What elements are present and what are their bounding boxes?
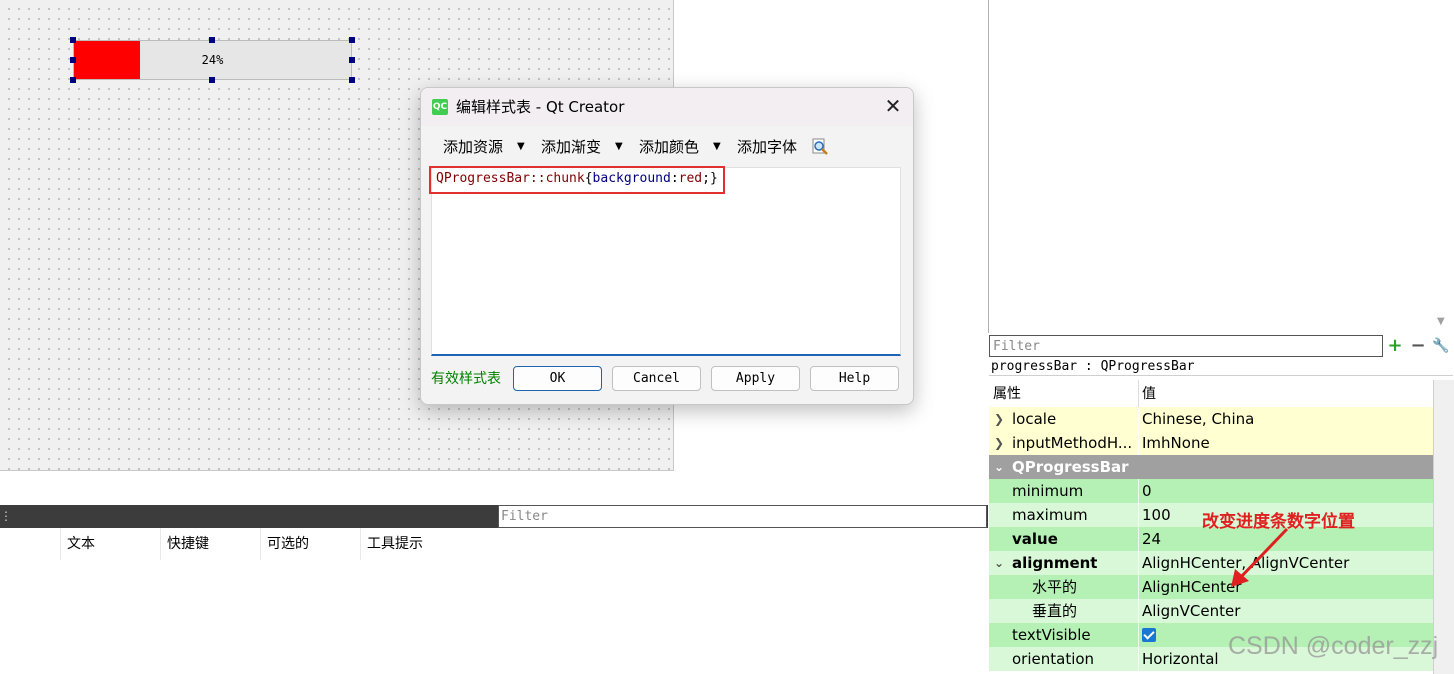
property-value[interactable] <box>1142 623 1156 642</box>
property-name: 水平的 <box>1032 578 1078 596</box>
property-group-name: QProgressBar <box>1012 458 1129 476</box>
code-highlight-box <box>429 166 725 194</box>
property-name: alignment <box>1012 554 1098 572</box>
property-editor-object-name: progressBar : QProgressBar <box>989 358 1453 376</box>
close-icon[interactable]: ✕ <box>881 94 905 118</box>
property-name: orientation <box>1012 650 1095 668</box>
property-value[interactable]: Chinese, China <box>1142 407 1254 431</box>
find-icon[interactable] <box>811 138 829 156</box>
property-group-qprogressbar[interactable]: ⌄ QProgressBar <box>989 455 1433 479</box>
remove-property-icon[interactable]: − <box>1408 336 1428 356</box>
valid-stylesheet-label: 有效样式表 <box>431 371 501 387</box>
property-row-locale[interactable]: ❯ locale Chinese, China <box>989 407 1433 431</box>
ok-button[interactable]: OK <box>513 366 602 391</box>
property-name: value <box>1012 530 1058 548</box>
add-color-button[interactable]: 添加颜色 <box>639 135 699 159</box>
selection-handle[interactable] <box>70 57 76 63</box>
property-name: minimum <box>1012 482 1084 500</box>
selection-handle[interactable] <box>349 57 355 63</box>
property-name: inputMethodH... <box>1012 434 1133 452</box>
property-value[interactable]: Horizontal <box>1142 647 1219 671</box>
apply-button[interactable]: Apply <box>711 366 800 391</box>
chevron-down-icon[interactable]: ⌄ <box>994 551 1004 575</box>
text-visible-checkbox[interactable] <box>1142 628 1156 642</box>
dialog-titlebar[interactable]: QC 编辑样式表 - Qt Creator ✕ <box>421 88 913 126</box>
property-row-vertical[interactable]: 垂直的 AlignVCenter <box>989 599 1433 623</box>
property-value[interactable]: AlignVCenter <box>1142 599 1240 623</box>
property-row-input-method-hints[interactable]: ❯ inputMethodH... ImhNone <box>989 431 1433 455</box>
add-gradient-button[interactable]: 添加渐变 <box>541 135 601 159</box>
selection-handle[interactable] <box>209 37 215 43</box>
wrench-icon[interactable]: 🔧 <box>1431 336 1451 356</box>
property-row-alignment[interactable]: ⌄ alignment AlignHCenter, AlignVCenter <box>989 551 1433 575</box>
chevron-down-icon[interactable]: ▼ <box>517 135 525 159</box>
chevron-right-icon[interactable]: ❯ <box>994 407 1004 431</box>
chevron-right-icon[interactable]: ❯ <box>994 431 1004 455</box>
chevron-down-icon[interactable]: ▼ <box>615 135 623 159</box>
selection-handle[interactable] <box>70 77 76 83</box>
column-header-text[interactable]: 文本 <box>60 528 161 560</box>
property-filter-input[interactable]: Filter <box>989 335 1383 357</box>
action-filter-input[interactable]: Filter <box>498 505 987 528</box>
help-button[interactable]: Help <box>810 366 899 391</box>
property-value[interactable]: 100 <box>1142 503 1171 527</box>
edit-stylesheet-dialog: QC 编辑样式表 - Qt Creator ✕ 添加资源 ▼ 添加渐变 ▼ 添加… <box>420 87 914 405</box>
dialog-title: 编辑样式表 - Qt Creator <box>456 98 625 116</box>
property-row-minimum[interactable]: minimum 0 <box>989 479 1433 503</box>
progress-bar-text: 24% <box>201 53 224 67</box>
column-header-checkable[interactable]: 可选的 <box>260 528 361 560</box>
property-name: maximum <box>1012 506 1088 524</box>
property-name: 垂直的 <box>1032 602 1078 620</box>
header-divider <box>1138 380 1139 408</box>
cancel-button[interactable]: Cancel <box>612 366 701 391</box>
progress-bar-widget[interactable]: 24% <box>73 40 352 80</box>
object-inspector-area[interactable] <box>988 0 1454 333</box>
annotation-arrow-icon <box>1231 527 1289 587</box>
property-name: textVisible <box>1012 626 1091 644</box>
property-row-horizontal[interactable]: 水平的 AlignHCenter <box>989 575 1433 599</box>
selection-handle[interactable] <box>70 37 76 43</box>
selection-handle[interactable] <box>209 77 215 83</box>
stylesheet-editor[interactable]: QProgressBar::chunk{background:red;} <box>431 167 901 356</box>
scroll-down-arrow-icon[interactable]: ▼ <box>1437 316 1449 328</box>
add-font-button[interactable]: 添加字体 <box>737 135 797 159</box>
header-property[interactable]: 属性 <box>993 380 1021 408</box>
property-value[interactable]: ImhNone <box>1142 431 1210 455</box>
property-value[interactable]: 0 <box>1142 479 1152 503</box>
chevron-down-icon[interactable]: ⌄ <box>994 455 1004 479</box>
add-resource-button[interactable]: 添加资源 <box>443 135 503 159</box>
selection-handle[interactable] <box>349 77 355 83</box>
toolbar-grip-icon[interactable]: ⋮ <box>0 508 12 525</box>
watermark: CSDN @coder_zzj <box>1228 632 1439 660</box>
column-header-tooltip[interactable]: 工具提示 <box>360 528 461 560</box>
add-property-icon[interactable]: + <box>1385 336 1405 356</box>
property-name: locale <box>1012 410 1057 428</box>
column-header-shortcut[interactable]: 快捷键 <box>160 528 261 560</box>
property-editor-scrollbar[interactable] <box>1433 380 1454 674</box>
header-value[interactable]: 值 <box>1142 380 1156 408</box>
chevron-down-icon[interactable]: ▼ <box>713 135 721 159</box>
property-value[interactable]: 24 <box>1142 527 1161 551</box>
property-table-header: 属性 值 <box>989 380 1433 409</box>
selection-handle[interactable] <box>349 37 355 43</box>
qt-logo-icon: QC <box>432 99 448 115</box>
